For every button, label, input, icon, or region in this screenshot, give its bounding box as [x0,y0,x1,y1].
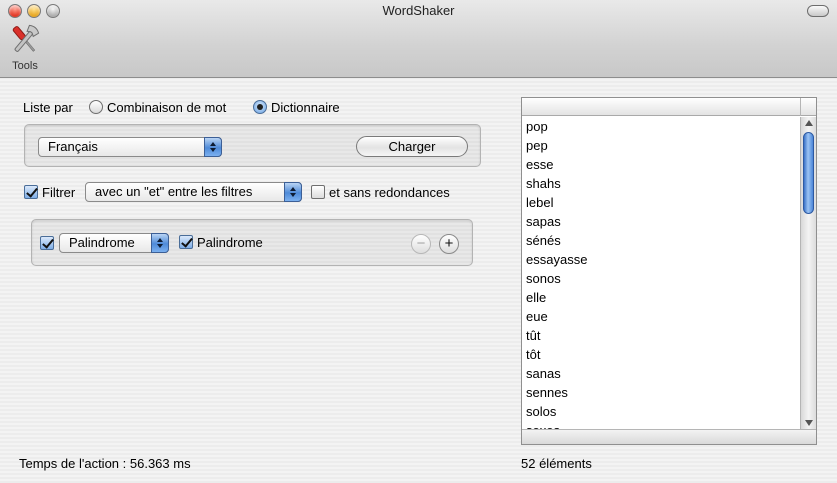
filter-mode-value: avec un "et" entre les filtres [95,184,253,199]
tools-icon [7,24,43,56]
list-item[interactable]: esse [522,155,800,174]
popup-arrows-icon [204,137,222,157]
list-item[interactable]: sonos [522,269,800,288]
list-item[interactable]: sexes [522,421,800,429]
rule-value-label[interactable]: Palindrome [197,235,263,250]
dictionary-group: Français Charger [24,124,481,167]
scroll-down-icon[interactable] [805,420,813,426]
no-duplicates-label[interactable]: et sans redondances [329,185,450,200]
tools-button[interactable]: Tools [6,24,44,76]
scroll-up-icon[interactable] [805,120,813,126]
tools-label: Tools [12,60,38,72]
list-item[interactable]: shahs [522,174,800,193]
list-item[interactable]: pop [522,117,800,136]
filter-rules-group: Palindrome Palindrome − + [31,219,473,266]
rule-value-checkbox[interactable] [179,235,193,249]
list-item[interactable]: pep [522,136,800,155]
radio-word-combination-label[interactable]: Combinaison de mot [107,100,226,115]
list-column-header[interactable] [522,98,816,116]
horizontal-scrollbar[interactable] [522,429,816,444]
remove-rule-button[interactable]: − [411,234,431,254]
list-item[interactable]: sapas [522,212,800,231]
filter-checkbox[interactable] [24,185,38,199]
list-item[interactable]: solos [522,402,800,421]
action-time-status: Temps de l'action : 56.363 ms [19,456,191,471]
load-button[interactable]: Charger [356,136,468,157]
app-window: WordShaker Tools Liste par Combinaison d… [0,0,837,483]
rule-enabled-checkbox[interactable] [40,236,54,250]
popup-arrows-icon [284,182,302,202]
results-count: 52 éléments [521,456,592,471]
window-title: WordShaker [382,3,455,18]
list-item[interactable]: eue [522,307,800,326]
rule-type-popup[interactable]: Palindrome [59,233,169,253]
list-item[interactable]: lebel [522,193,800,212]
list-item[interactable]: elle [522,288,800,307]
radio-dictionary-label[interactable]: Dictionnaire [271,100,340,115]
vertical-scrollbar[interactable] [800,117,816,429]
list-item[interactable]: essayasse [522,250,800,269]
header-divider [800,98,801,116]
radio-word-combination[interactable] [89,100,103,114]
rule-type-value: Palindrome [69,235,135,250]
filter-mode-popup[interactable]: avec un "et" entre les filtres [85,182,302,202]
title-bar: WordShaker Tools [0,0,837,78]
language-popup[interactable]: Français [38,137,222,157]
popup-arrows-icon [151,233,169,253]
list-by-label: Liste par [23,100,73,115]
filter-label[interactable]: Filtrer [42,185,75,200]
results-list[interactable]: pop pep esse shahs lebel sapas sénés essayasse s… [521,97,817,445]
list-item[interactable]: sénés [522,231,800,250]
scrollbar-thumb[interactable] [803,132,814,214]
list-item[interactable]: sennes [522,383,800,402]
list-item[interactable]: tût [522,326,800,345]
toolbar-toggle-button[interactable] [807,5,829,17]
results-list-body[interactable]: pop pep esse shahs lebel sapas sénés essayasse s… [522,117,800,429]
add-rule-button[interactable]: + [439,234,459,254]
language-popup-value: Français [48,139,98,154]
list-item[interactable]: sanas [522,364,800,383]
radio-dictionary[interactable] [253,100,267,114]
list-item[interactable]: tôt [522,345,800,364]
no-duplicates-checkbox[interactable] [311,185,325,199]
